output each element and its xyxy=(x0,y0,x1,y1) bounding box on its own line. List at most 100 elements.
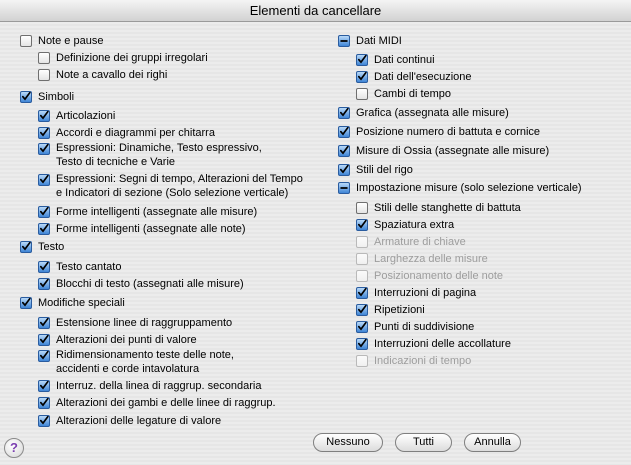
checkbox-armature-chiave: Armature di chiave xyxy=(356,233,466,250)
checkbox-box[interactable] xyxy=(338,34,350,47)
checkbox-alterazioni-gambi[interactable]: Alterazioni dei gambi e delle linee di r… xyxy=(38,394,276,411)
none-button[interactable]: Nessuno xyxy=(313,433,383,452)
checkbox-label: Posizione numero di battuta e cornice xyxy=(356,125,541,138)
checkbox-estensione-linee[interactable]: Estensione linee di raggruppamento xyxy=(38,314,232,331)
checkbox-note-cavallo[interactable]: Note a cavallo dei righi xyxy=(38,66,167,83)
checkmark-icon xyxy=(358,219,367,228)
checkbox-forme-misure[interactable]: Forme intelligenti (assegnate alle misur… xyxy=(38,203,257,220)
checkbox-box[interactable] xyxy=(338,125,350,138)
checkbox-articolazioni[interactable]: Articolazioni xyxy=(38,107,115,124)
checkbox-box[interactable] xyxy=(20,240,32,253)
checkbox-box[interactable] xyxy=(20,90,32,103)
label-line-2: accidenti e corde intavolatura xyxy=(56,363,200,375)
checkbox-punti-suddivisione[interactable]: Punti di suddivisione xyxy=(356,318,474,335)
checkbox-accordi[interactable]: Accordi e diagrammi per chitarra xyxy=(38,124,215,141)
checkbox-posizione-numero[interactable]: Posizione numero di battuta e cornice xyxy=(338,123,540,140)
checkbox-label: Stili del rigo xyxy=(356,163,413,176)
checkbox-label: Alterazioni dei gambi e delle linee di r… xyxy=(56,396,276,409)
checkbox-alterazioni-legature[interactable]: Alterazioni delle legature di valore xyxy=(38,412,221,429)
checkbox-box[interactable] xyxy=(38,68,50,81)
checkbox-dati-continui[interactable]: Dati continui xyxy=(356,51,435,68)
checkbox-dati-esecuzione[interactable]: Dati dell'esecuzione xyxy=(356,68,472,85)
checkbox-simboli[interactable]: Simboli xyxy=(20,88,74,105)
checkbox-larghezza-misure: Larghezza delle misure xyxy=(356,250,488,267)
checkbox-box[interactable] xyxy=(356,87,368,100)
checkbox-box[interactable] xyxy=(356,337,368,350)
checkbox-interruz-linea[interactable]: Interruz. della linea di raggrup. second… xyxy=(38,377,261,394)
checkbox-box[interactable] xyxy=(20,34,32,47)
checkbox-box[interactable] xyxy=(356,218,368,231)
checkbox-box[interactable] xyxy=(38,126,50,139)
checkbox-label: Ridimensionamento teste delle note, acci… xyxy=(56,348,234,376)
checkmark-icon xyxy=(40,334,49,343)
checkbox-box[interactable] xyxy=(38,316,50,329)
checkbox-label: Note a cavallo dei righi xyxy=(56,68,168,81)
checkbox-ridimensionamento[interactable]: Ridimensionamento teste delle note, acci… xyxy=(38,348,234,378)
checkbox-box[interactable] xyxy=(38,51,50,64)
checkbox-box[interactable] xyxy=(38,277,50,290)
checkbox-label: Interruzioni delle accollature xyxy=(374,337,511,350)
checkbox-gruppi-irregolari[interactable]: Definizione dei gruppi irregolari xyxy=(38,49,208,66)
checkbox-box[interactable] xyxy=(38,260,50,273)
checkbox-spaziatura-extra[interactable]: Spaziatura extra xyxy=(356,216,454,233)
checkbox-label: Punti di suddivisione xyxy=(374,320,475,333)
checkbox-box[interactable] xyxy=(38,143,50,155)
checkbox-box[interactable] xyxy=(356,320,368,333)
checkbox-ripetizioni[interactable]: Ripetizioni xyxy=(356,301,425,318)
checkbox-testo[interactable]: Testo xyxy=(20,238,64,255)
checkbox-box[interactable] xyxy=(38,350,50,362)
checkmark-icon xyxy=(40,127,49,136)
dash-icon xyxy=(340,186,348,189)
checkbox-interruzioni-pagina[interactable]: Interruzioni di pagina xyxy=(356,284,476,301)
checkbox-box[interactable] xyxy=(38,222,50,235)
checkbox-cambi-tempo[interactable]: Cambi di tempo xyxy=(356,85,451,102)
dash-icon xyxy=(340,39,348,42)
checkbox-label: Blocchi di testo (assegnati alle misure) xyxy=(56,277,244,290)
help-icon[interactable]: ? xyxy=(4,438,24,458)
checkbox-label: Testo xyxy=(38,240,65,253)
checkbox-label: Alterazioni delle legature di valore xyxy=(56,414,222,427)
checkbox-testo-cantato[interactable]: Testo cantato xyxy=(38,258,121,275)
checkbox-forme-note[interactable]: Forme intelligenti (assegnate alle note) xyxy=(38,220,246,237)
checkbox-box[interactable] xyxy=(38,396,50,409)
checkbox-stili-stanghette[interactable]: Stili delle stanghette di battuta xyxy=(356,199,521,216)
checkbox-box[interactable] xyxy=(356,53,368,66)
checkbox-alterazioni-punti[interactable]: Alterazioni dei punti di valore xyxy=(38,331,197,348)
checkbox-box[interactable] xyxy=(356,70,368,83)
checkbox-dati-midi[interactable]: Dati MIDI xyxy=(338,32,402,49)
checkbox-misure-ossia[interactable]: Misure di Ossia (assegnate alle misure) xyxy=(338,142,549,159)
checkbox-espressioni-dinamiche[interactable]: Espressioni: Dinamiche, Testo espressivo… xyxy=(38,141,262,171)
checkbox-box[interactable] xyxy=(338,163,350,176)
checkbox-box[interactable] xyxy=(356,286,368,299)
checkbox-modifiche-speciali[interactable]: Modifiche speciali xyxy=(20,294,125,311)
checkmark-icon xyxy=(340,164,349,173)
checkbox-box[interactable] xyxy=(38,174,50,186)
checkbox-label: Ripetizioni xyxy=(374,303,425,316)
checkbox-box[interactable] xyxy=(356,201,368,214)
checkbox-blocchi-testo[interactable]: Blocchi di testo (assegnati alle misure) xyxy=(38,275,244,292)
checkbox-box[interactable] xyxy=(338,106,350,119)
checkbox-grafica[interactable]: Grafica (assegnata alle misure) xyxy=(338,104,509,121)
checkbox-box[interactable] xyxy=(356,303,368,316)
checkbox-indicazioni-tempo: Indicazioni di tempo xyxy=(356,352,471,369)
checkmark-icon xyxy=(358,71,367,80)
checkbox-box[interactable] xyxy=(38,109,50,122)
checkbox-note-e-pause[interactable]: Note e pause xyxy=(20,32,103,49)
checkbox-box[interactable] xyxy=(338,181,350,194)
cancel-button[interactable]: Annulla xyxy=(464,433,521,452)
checkbox-box[interactable] xyxy=(38,205,50,218)
checkmark-icon xyxy=(22,91,31,100)
checkbox-box[interactable] xyxy=(38,333,50,346)
all-button[interactable]: Tutti xyxy=(395,433,452,452)
checkbox-label: Dati continui xyxy=(374,53,435,66)
checkbox-espressioni-segni[interactable]: Espressioni: Segni di tempo, Alterazioni… xyxy=(38,172,303,202)
checkbox-box[interactable] xyxy=(38,414,50,427)
checkbox-box xyxy=(356,235,368,248)
checkbox-interruzioni-accollature[interactable]: Interruzioni delle accollature xyxy=(356,335,511,352)
checkbox-box[interactable] xyxy=(38,379,50,392)
checkbox-box[interactable] xyxy=(20,296,32,309)
checkbox-label: Dati dell'esecuzione xyxy=(374,70,472,83)
checkbox-impostazione-misure[interactable]: Impostazione misure (solo selezione vert… xyxy=(338,179,582,196)
checkbox-stili-rigo[interactable]: Stili del rigo xyxy=(338,161,413,178)
checkbox-box[interactable] xyxy=(338,144,350,157)
